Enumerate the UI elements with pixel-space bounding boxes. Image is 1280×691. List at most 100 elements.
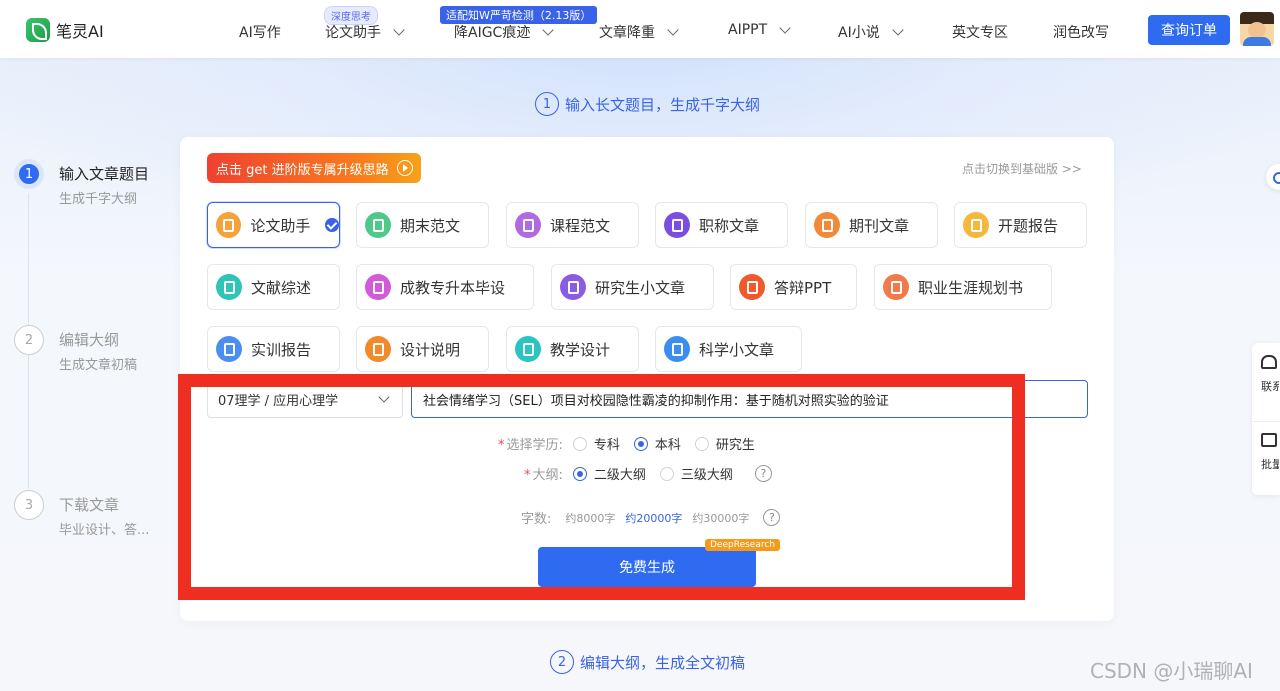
section-1-heading: 1 输入长文题目，生成千字大纲	[535, 92, 760, 116]
avatar[interactable]	[1240, 12, 1274, 46]
doc-type-label: 论文助手	[250, 216, 311, 235]
doc-type-label: 成教专升本毕设	[400, 278, 506, 297]
logo-text: 笔灵AI	[56, 22, 104, 41]
step-connector	[28, 354, 29, 489]
doc-type-tile-thesis-assistant[interactable]: 论文助手	[207, 202, 340, 248]
doc-type-label: 期刊文章	[849, 216, 910, 235]
doc-type-tile-literature-review[interactable]: 文献综述	[207, 264, 340, 310]
contact-label[interactable]: 联系客服	[1261, 379, 1279, 394]
doc-icon	[216, 212, 242, 238]
nav-reduce-aigc[interactable]: 降AIGC痕迹	[454, 22, 555, 42]
step-subtitle: 生成千字大纲	[59, 192, 138, 207]
doc-type-tile-career-plan[interactable]: 职业生涯规划书	[874, 264, 1052, 310]
doc-type-label: 开题报告	[998, 216, 1059, 235]
highlight-box	[178, 374, 1025, 600]
doc-icon	[365, 336, 391, 362]
nav-label: AI写作	[239, 25, 281, 41]
doc-icon	[365, 212, 391, 238]
check-icon	[325, 218, 339, 232]
promo-text: 点击 get 进阶版专属升级思路	[216, 162, 389, 178]
nav-label: 润色改写	[1053, 25, 1109, 41]
avatar-face	[1248, 22, 1266, 38]
doc-type-label: 实训报告	[251, 340, 312, 359]
doc-type-tile-final-essay[interactable]: 期末范文	[356, 202, 489, 248]
doc-type-tile-journal-article[interactable]: 期刊文章	[805, 202, 938, 248]
doc-icon	[515, 336, 541, 362]
step-number-circle: 2	[550, 650, 574, 674]
step-subtitle: 生成文章初稿	[59, 358, 138, 373]
step-number-circle: 1	[535, 92, 559, 116]
doc-type-tile-teaching-design[interactable]: 教学设计	[506, 326, 639, 372]
step-dot: 3	[14, 490, 44, 520]
doc-icon	[216, 336, 242, 362]
section-2-heading: 2 编辑大纲，生成全文初稿	[550, 650, 745, 674]
doc-type-label: 职业生涯规划书	[918, 278, 1024, 297]
step-title: 编辑大纲	[59, 331, 120, 349]
doc-icon	[664, 212, 690, 238]
switch-basic-link[interactable]: 点击切换到基础版 >>	[962, 160, 1082, 177]
watermark: CSDN @小瑞聊AI	[1090, 659, 1253, 683]
doc-type-tile-defense-ppt[interactable]: 答辩PPT	[730, 264, 857, 310]
doc-type-tile-grad-short-article[interactable]: 研究生小文章	[551, 264, 714, 310]
nav-label: 降AIGC痕迹	[454, 25, 531, 41]
nav-thesis-assistant[interactable]: 论文助手	[325, 22, 405, 42]
step-dot-active: 1	[14, 159, 44, 189]
nav-ai-novel[interactable]: AI小说	[838, 22, 904, 42]
doc-icon	[365, 274, 391, 300]
chevron-down-icon	[892, 24, 904, 36]
chevron-down-icon	[393, 24, 405, 36]
doc-type-label: 职称文章	[699, 216, 760, 235]
doc-type-tile-title-article[interactable]: 职称文章	[655, 202, 788, 248]
doc-icon	[560, 274, 586, 300]
doc-type-label: 科学小文章	[699, 340, 775, 359]
avatar-shirt	[1243, 37, 1271, 46]
section-2-title: 编辑大纲，生成全文初稿	[580, 653, 746, 672]
doc-icon	[883, 274, 909, 300]
logo[interactable]: 笔灵AI	[26, 18, 104, 42]
chevron-down-icon	[779, 22, 791, 34]
nav-label: 英文专区	[952, 25, 1008, 41]
doc-type-label: 教学设计	[550, 340, 611, 359]
nav-label: 文章降重	[599, 25, 655, 41]
nav-english[interactable]: 英文专区	[952, 22, 1008, 42]
step-title: 输入文章题目	[59, 165, 150, 183]
bulk-label[interactable]: 批量采购	[1261, 457, 1279, 472]
nav-rewrite-dedupe[interactable]: 文章降重	[599, 22, 679, 42]
doc-icon	[739, 274, 765, 300]
doc-type-tile-proposal-report[interactable]: 开题报告	[954, 202, 1087, 248]
briefcase-icon[interactable]	[1261, 433, 1277, 447]
nav-aippt[interactable]: AIPPT	[728, 22, 791, 38]
logo-leaf-icon	[26, 18, 50, 42]
doc-type-tile-training-report[interactable]: 实训报告	[207, 326, 340, 372]
doc-type-tile-adult-ed-thesis[interactable]: 成教专升本毕设	[356, 264, 534, 310]
chevron-down-icon	[667, 24, 679, 36]
step-title: 下载文章	[59, 496, 120, 514]
doc-icon	[664, 336, 690, 362]
doc-icon	[814, 212, 840, 238]
nav-label: 论文助手	[325, 25, 381, 41]
nav-polish[interactable]: 润色改写	[1053, 22, 1109, 42]
chevron-down-icon	[542, 24, 555, 36]
doc-icon	[963, 212, 989, 238]
doc-type-label: 答辩PPT	[774, 278, 832, 297]
step-subtitle: 毕业设计、答...	[59, 523, 150, 538]
promo-banner[interactable]: 点击 get 进阶版专属升级思路	[207, 153, 421, 183]
headset-icon[interactable]	[1261, 355, 1277, 369]
side-widget: 联系客服 批量采购	[1252, 343, 1280, 495]
doc-type-tile-design-spec[interactable]: 设计说明	[356, 326, 489, 372]
doc-type-label: 课程范文	[550, 216, 611, 235]
step-connector	[28, 193, 29, 328]
nav-ai-writing[interactable]: AI写作	[239, 22, 281, 42]
doc-icon	[515, 212, 541, 238]
doc-type-label: 研究生小文章	[595, 278, 686, 297]
nav-label: AIPPT	[728, 22, 768, 38]
doc-icon	[216, 274, 242, 300]
section-1-title: 输入长文题目，生成千字大纲	[565, 95, 761, 114]
query-order-button[interactable]: 查询订单	[1148, 15, 1230, 45]
doc-type-label: 文献综述	[251, 278, 312, 297]
doc-type-tile-science-short-article[interactable]: 科学小文章	[655, 326, 802, 372]
doc-type-tile-course-essay[interactable]: 课程范文	[506, 202, 639, 248]
step-dot: 2	[14, 325, 44, 355]
top-header: 笔灵AI 深度思考 适配知W严苛检测（2.13版） AI写作 论文助手 降AIG…	[0, 0, 1280, 58]
play-icon	[396, 160, 413, 176]
